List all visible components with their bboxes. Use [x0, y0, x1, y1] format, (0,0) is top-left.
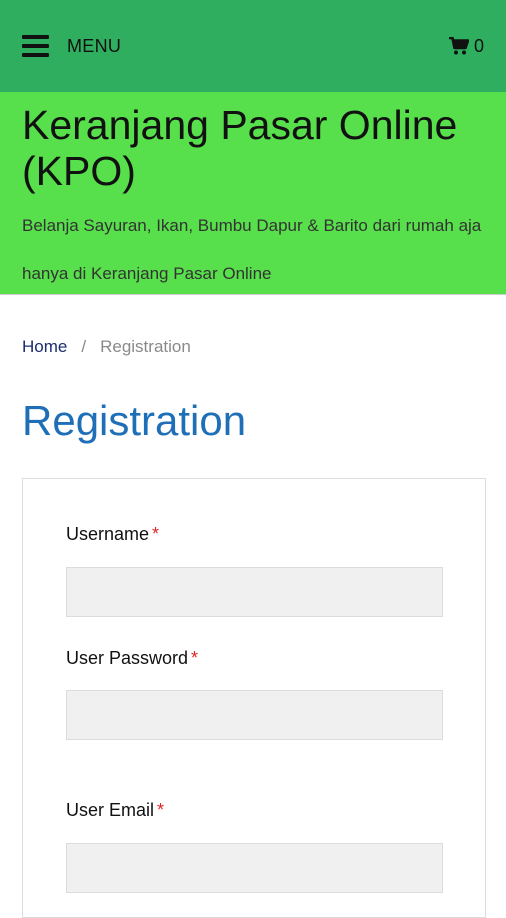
user-email-label: User Email * [66, 800, 165, 820]
hamburger-icon [22, 35, 49, 57]
page-title: Registration [22, 397, 247, 444]
breadcrumb-home-link[interactable]: Home [22, 337, 67, 357]
user-password-label: User Password * [66, 648, 199, 668]
breadcrumb-current: Registration [100, 337, 191, 356]
required-marker: * [157, 800, 165, 820]
breadcrumb: Home / Registration [0, 337, 506, 357]
cart-button[interactable]: 0 [448, 35, 484, 57]
registration-form: Username * User Password * User Email * [22, 478, 486, 918]
username-field[interactable] [66, 567, 443, 617]
site-title[interactable]: Keranjang Pasar Online (KPO) [22, 102, 484, 194]
breadcrumb-separator: / [81, 337, 87, 356]
shopping-cart-icon [448, 37, 469, 55]
username-label: Username * [66, 524, 160, 544]
site-branding: Keranjang Pasar Online (KPO) Belanja Say… [0, 92, 506, 295]
menu-button[interactable]: MENU [22, 35, 121, 57]
user-password-field[interactable] [66, 690, 443, 740]
menu-label: MENU [67, 35, 122, 56]
user-email-field[interactable] [66, 843, 443, 893]
site-tagline: Belanja Sayuran, Ikan, Bumbu Dapur & Bar… [22, 216, 482, 283]
required-marker: * [152, 524, 160, 544]
cart-count: 0 [473, 35, 484, 56]
required-marker: * [191, 648, 199, 668]
top-bar: MENU 0 [0, 0, 506, 92]
